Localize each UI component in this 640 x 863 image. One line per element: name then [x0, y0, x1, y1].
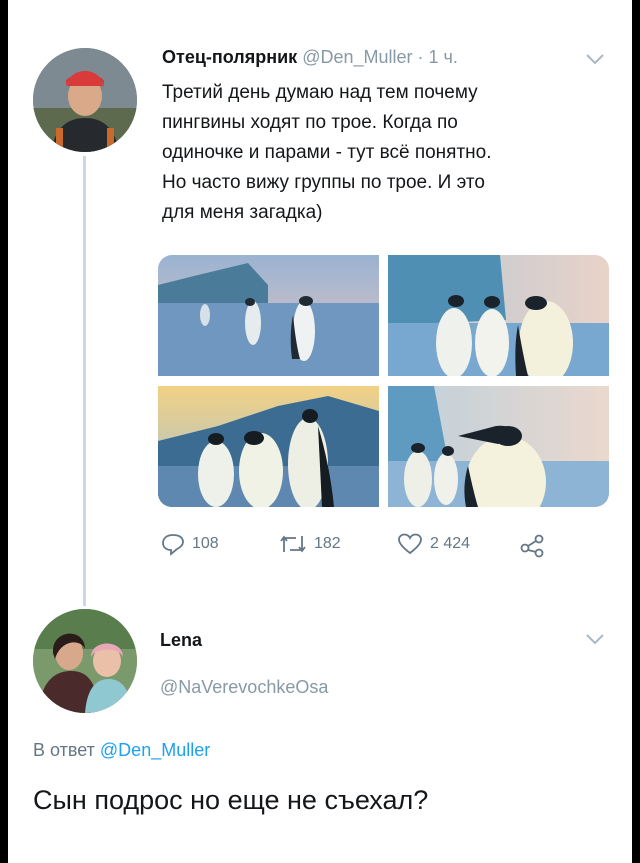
retweet-count: 182 — [314, 535, 341, 552]
tweet-card: Отец-полярник @Den_Muller · 1 ч. Третий … — [8, 0, 632, 863]
tweet-header: Отец-полярник @Den_Muller · 1 ч. — [162, 47, 458, 68]
share-icon — [520, 534, 544, 558]
chevron-down-icon[interactable] — [585, 632, 605, 651]
tweet-photo-2[interactable] — [388, 255, 609, 376]
author-handle[interactable]: @Den_Muller — [302, 47, 412, 67]
retweet-icon — [280, 535, 306, 553]
reply-context: В ответ @Den_Muller — [33, 740, 210, 761]
tweet-photo-4[interactable] — [388, 386, 609, 507]
tweet-text: Третий день думаю над тем почему пингвин… — [162, 78, 602, 228]
tweet-text-line: одиночке и парами - тут всё понятно. — [162, 142, 492, 163]
author-avatar[interactable] — [33, 48, 137, 152]
reply-icon — [162, 534, 184, 556]
tweet-text-line: для меня загадка) — [162, 202, 323, 223]
reply-to-link[interactable]: @Den_Muller — [100, 740, 210, 760]
separator: · — [417, 47, 424, 67]
share-action[interactable] — [518, 532, 554, 558]
reply-action[interactable]: 108 — [160, 532, 219, 556]
reply-count: 108 — [192, 535, 219, 552]
reply-author-avatar[interactable] — [33, 609, 137, 713]
tweet-text-line: пингвины ходят по трое. Когда по — [162, 112, 458, 133]
author-name[interactable]: Отец-полярник — [162, 47, 297, 67]
heart-icon — [398, 533, 422, 555]
tweet-time[interactable]: 1 ч. — [429, 47, 458, 67]
thread-line — [83, 156, 86, 606]
reply-text: Сын подрос но еще не съехал? — [33, 785, 429, 815]
tweet-text-line: Третий день думаю над тем почему — [162, 82, 478, 103]
reply-author-name[interactable]: Lena — [160, 630, 202, 651]
tweet-text-line: Но часто вижу группы по трое. И это — [162, 172, 485, 193]
tweet-photo-3[interactable] — [158, 386, 379, 507]
retweet-action[interactable]: 182 — [278, 532, 341, 556]
reply-author-handle[interactable]: @NaVerevochkeOsa — [160, 677, 328, 698]
like-action[interactable]: 2 424 — [396, 532, 470, 556]
chevron-down-icon[interactable] — [585, 52, 605, 71]
tweet-photo-1[interactable] — [158, 255, 379, 376]
like-count: 2 424 — [430, 535, 471, 552]
reply-prefix: В ответ — [33, 740, 95, 760]
